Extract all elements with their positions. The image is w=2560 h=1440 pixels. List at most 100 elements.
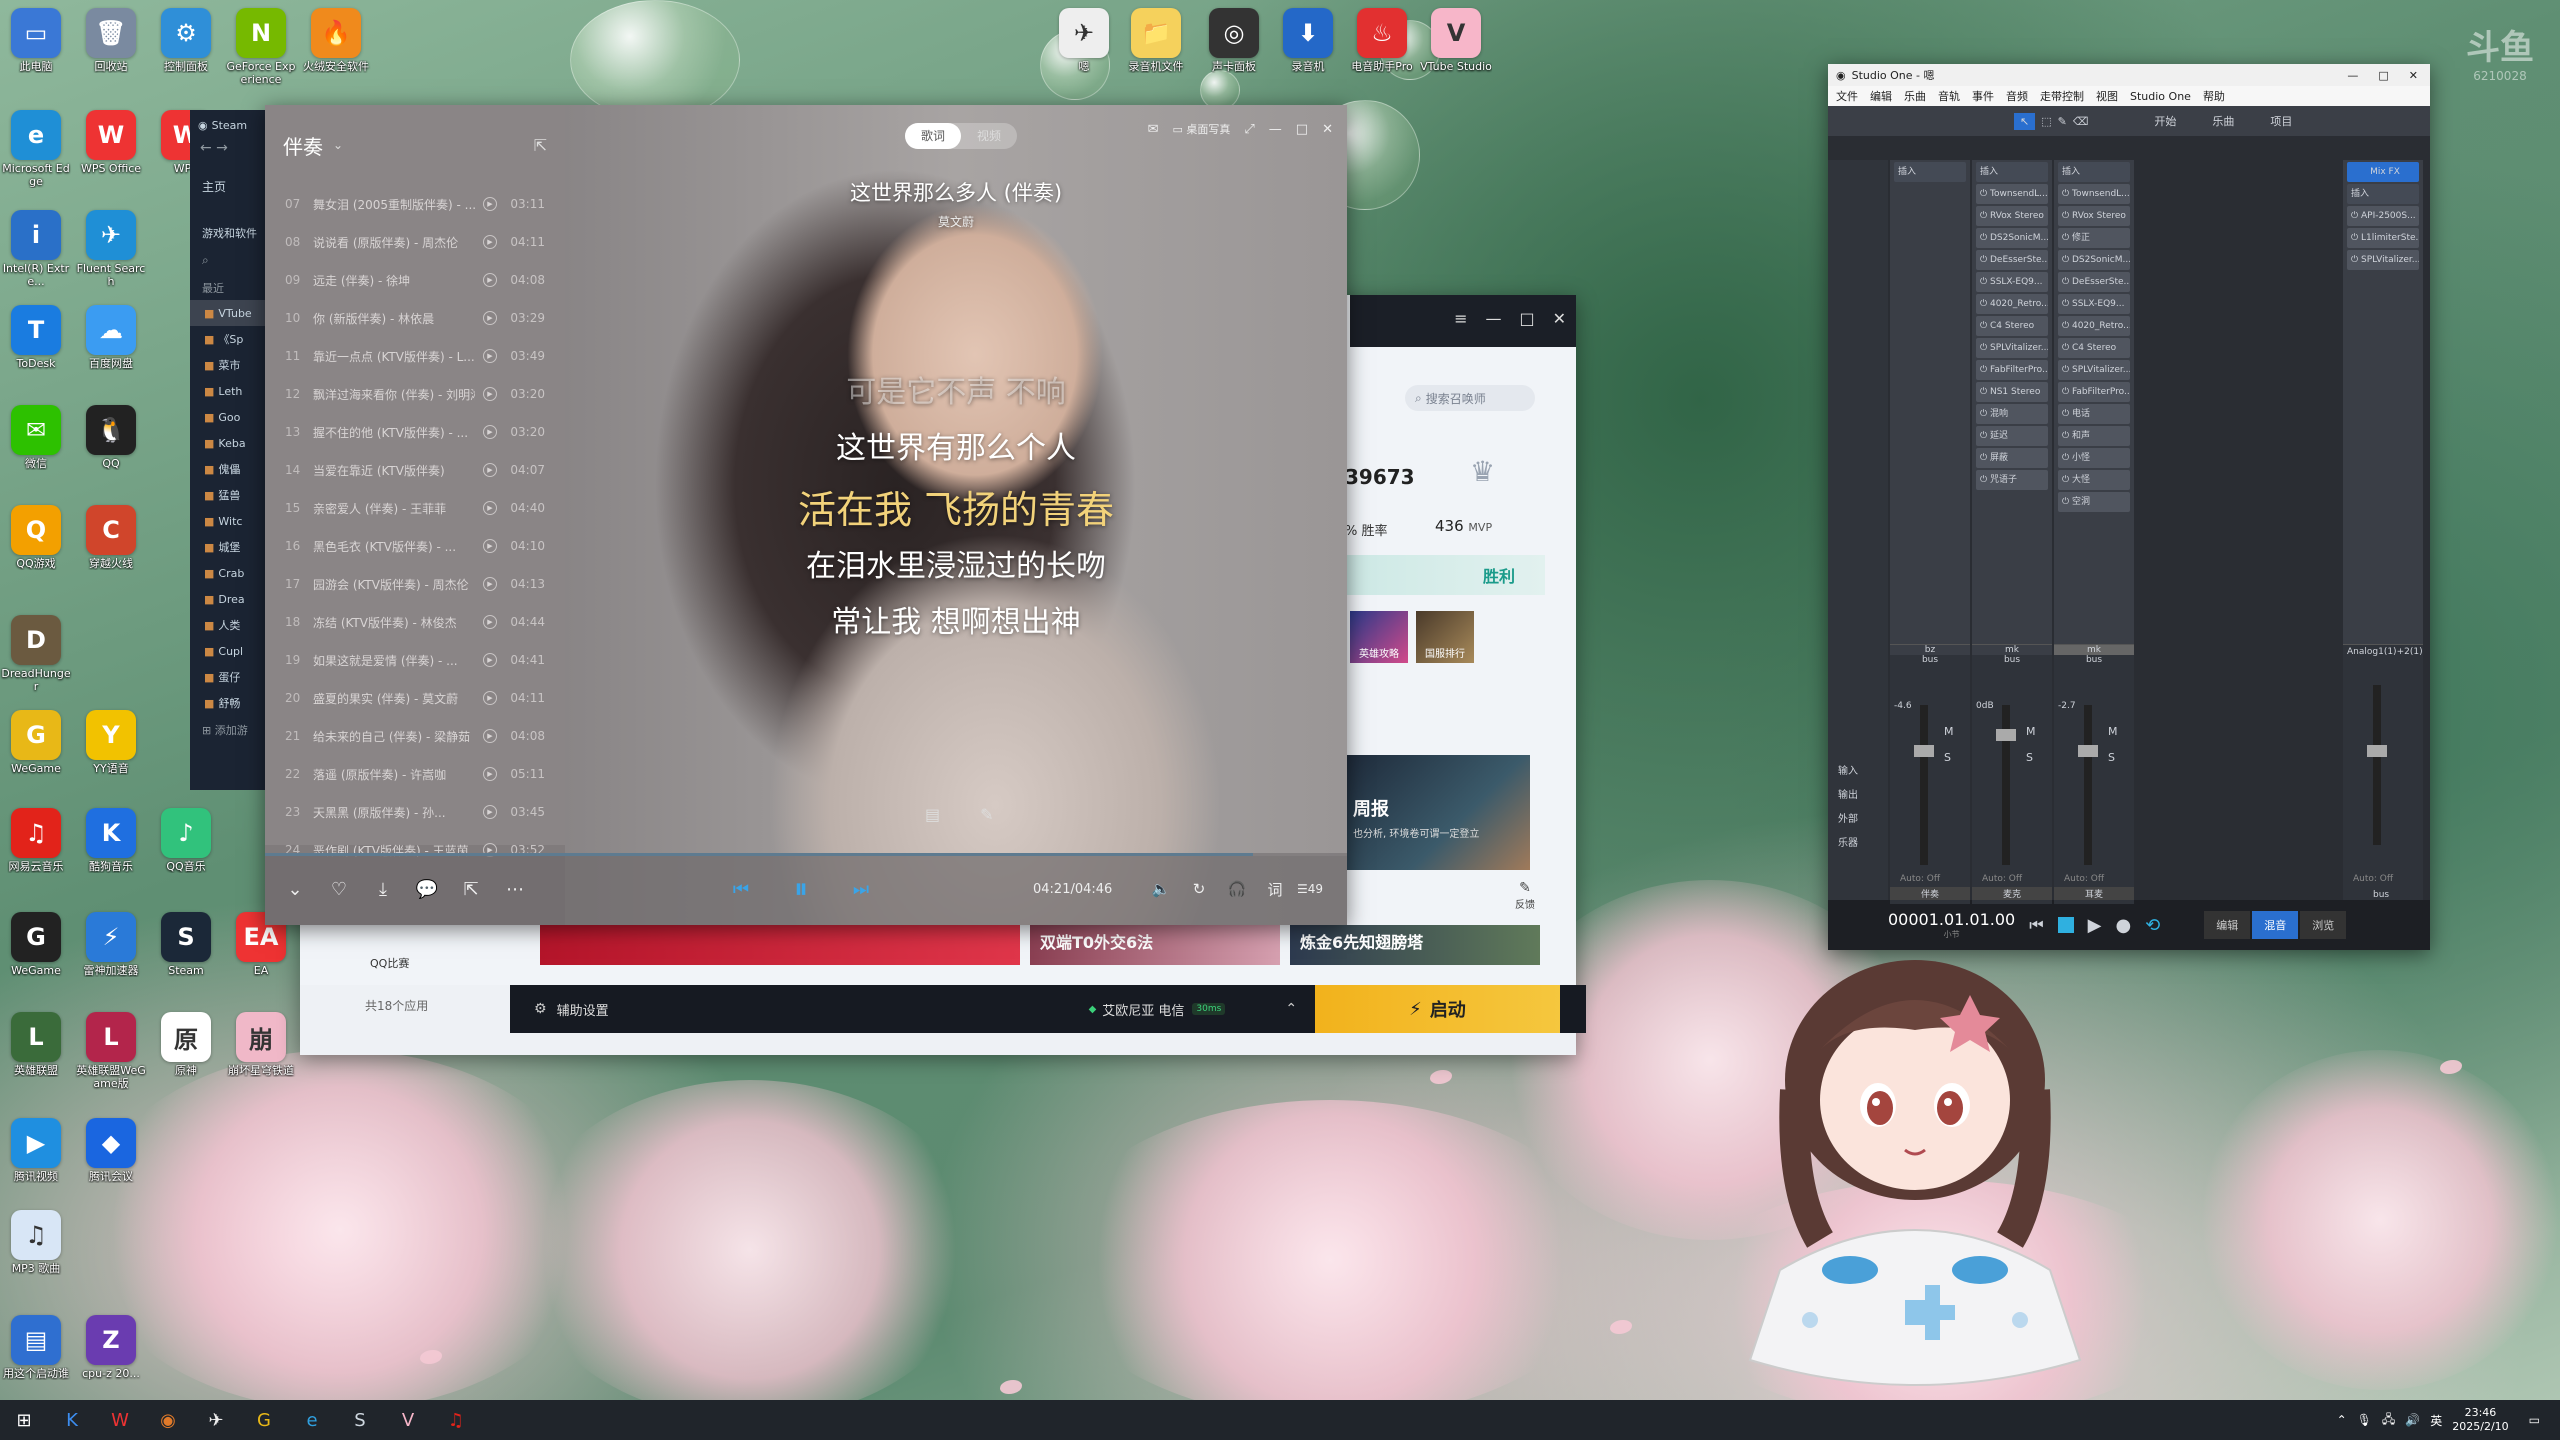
desktop-icon[interactable]: L 英雄联盟 [0,1012,72,1077]
mute-button[interactable]: M [2026,725,2036,738]
collapse-icon[interactable]: ⌄ [279,873,311,905]
loop-icon[interactable]: ⟲ [2145,915,2160,936]
menu-item[interactable]: 视图 [2096,88,2118,104]
automation-mode[interactable]: Auto: Off [1982,874,2022,884]
volume-icon[interactable]: 🔊 [2405,1413,2420,1427]
insert-slot[interactable]: ⏻ NS1 Stereo [1976,382,2048,402]
desktop-icon[interactable]: 崩崩坏星穹铁道 [225,1012,297,1077]
chevron-up-icon[interactable]: ⌃ [1285,1001,1297,1017]
song-row[interactable]: 07 舞女泪 (2005重制版伴奏) - ... ▶ 03:11 [265,185,565,223]
channel-strip[interactable]: mk bus -2.7 M S Auto: Off 耳麦 [2054,644,2134,904]
insert-slot[interactable]: ⏻ DeEsserSte... [2058,272,2130,292]
song-row[interactable]: 17 园游会 (KTV版伴奏) - 周杰伦 ▶ 04:13 [265,565,565,603]
maximize-icon[interactable]: □ [1519,309,1534,328]
play-circle-icon[interactable]: ▶ [483,463,497,477]
desktop-icon[interactable]: ◆ 腾讯会议 [75,1118,147,1183]
desktop-icon[interactable]: 🐧 QQ [75,405,147,470]
download-icon[interactable]: ⤓ [367,873,399,905]
minimize-icon[interactable]: — [1485,309,1501,328]
news-card[interactable]: 周报 也分析, 环境卷可谓一定登立 [1345,755,1530,870]
desktop-icon[interactable]: ✈ Fluent Search [75,210,147,288]
desktop-icon[interactable]: ⚡ 雷神加速器 [75,912,147,977]
song-row[interactable]: 20 盛夏的果实 (伴奏) - 莫文蔚 ▶ 04:11 [265,679,565,717]
side-label[interactable]: 输入 [1838,760,1858,784]
insert-slot[interactable]: ⏻ API-2500S... [2347,206,2419,226]
crossfire-taskbar-icon[interactable]: ◉ [144,1400,192,1440]
song-row[interactable]: 13 握不住的他 (KTV版伴奏) - ... ▶ 03:20 [265,413,565,451]
launch-button[interactable]: ⚡ 启动 [1315,985,1560,1033]
aux-settings-button[interactable]: 辅助设置 [557,1000,609,1019]
comment-icon[interactable]: 💬 [411,873,443,905]
view-tab[interactable]: 编辑 [2204,911,2251,939]
desktop-icon[interactable]: G WeGame [0,912,72,977]
menu-item[interactable]: 事件 [1972,88,1994,104]
desktop-icon[interactable]: Q QQ游戏 [0,505,72,570]
channel-strip[interactable]: mk bus 0dB M S Auto: Off 麦克 [1972,644,2052,904]
fader-knob[interactable] [1996,729,2016,741]
headphones-icon[interactable]: 🎧 [1221,873,1253,905]
eraser-tool-icon[interactable]: ⌫ [2073,115,2089,128]
song-row[interactable]: 23 天黑黑 (原版伴奏) - 孙... ▶ 03:45 [265,793,565,831]
studio-one-window[interactable]: ◉ Studio One - 嗯 — □ ✕ 文件 编辑 乐曲 音轨 事件 音频 走带控制视… [1828,64,2430,950]
side-label[interactable]: 输出 [1838,784,1858,808]
desktop-icon[interactable]: ◎ 声卡面板 [1198,8,1270,73]
steam-taskbar-icon[interactable]: S [336,1400,384,1440]
pause-icon[interactable]: ⏸ [785,872,817,905]
wps-taskbar-icon[interactable]: W [96,1400,144,1440]
play-circle-icon[interactable]: ▶ [483,805,497,819]
ime-indicator[interactable]: 英 [2430,1412,2442,1429]
chevron-down-icon[interactable]: ⌄ [333,138,343,152]
mic-icon[interactable]: 🎙 [2357,1413,2372,1427]
desktop-icon[interactable]: L 英雄联盟WeGame版 [75,1012,147,1090]
close-icon[interactable]: ✕ [1322,122,1333,137]
channel-bus[interactable]: bus [1972,655,2052,665]
automation-mode[interactable]: Auto: Off [2064,874,2104,884]
desktop-icon[interactable]: N GeForce Experience [225,8,297,86]
song-row[interactable]: 18 冻结 (KTV版伴奏) - 林俊杰 ▶ 04:44 [265,603,565,641]
solo-button[interactable]: S [2108,751,2115,764]
insert-slot[interactable]: ⏻ 延迟 [1976,426,2048,446]
desktop-icon[interactable]: V VTube Studio [1420,8,1492,73]
insert-slot[interactable]: ⏻ SPLVitalizer... [2058,360,2130,380]
tab-lyrics[interactable]: 歌词 [905,123,961,149]
last-match-result[interactable]: 胜利 [1345,555,1545,595]
play-circle-icon[interactable]: ▶ [483,577,497,591]
desktop-icon[interactable]: K 酷狗音乐 [75,808,147,873]
desktop-icon[interactable]: ♪ QQ音乐 [150,808,222,873]
play-circle-icon[interactable]: ▶ [483,235,497,249]
desktop-icon[interactable]: G WeGame [0,710,72,775]
fader-knob[interactable] [2078,745,2098,757]
song-row[interactable]: 21 给未来的自己 (伴奏) - 梁静茹 ▶ 04:08 [265,717,565,755]
start-button[interactable]: 开始 [2154,113,2176,129]
side-label[interactable]: 乐器 [1838,832,1858,856]
desktop-icon[interactable]: ⬇ 录音机 [1272,8,1344,73]
desktop-icon[interactable]: 原原神 [150,1012,222,1077]
chevron-up-icon[interactable]: ⌃ [2337,1413,2347,1427]
edge-taskbar-icon[interactable]: e [288,1400,336,1440]
view-tab[interactable]: 混音 [2252,911,2299,939]
mute-button[interactable]: M [2108,725,2118,738]
play-circle-icon[interactable]: ▶ [483,501,497,515]
banner-2[interactable]: 炼金6先知翅膀塔 [1290,925,1540,965]
menu-item[interactable]: 乐曲 [1904,88,1926,104]
desktop-icon[interactable]: ✈ 嗯 [1048,8,1120,73]
stop-icon[interactable] [2057,917,2074,933]
insert-slot[interactable]: ⏻ 和声 [2058,426,2130,446]
menu-item[interactable]: 音轨 [1938,88,1960,104]
side-label[interactable]: 外部 [1838,808,1858,832]
insert-slot[interactable]: ⏻ FabFilterPro... [1976,360,2048,380]
music-player-window[interactable]: 伴奏 ⌄ ⇱ 07 舞女泪 (2005重制版伴奏) - ... ▶ 03:11 08 说说… [265,105,1347,925]
playlist-button[interactable]: ☰49 [1297,882,1323,896]
project-button[interactable]: 项目 [2270,113,2292,129]
previous-icon[interactable]: ⏮ [725,873,757,905]
insert-slot[interactable]: ⏻ C4 Stereo [1976,316,2048,336]
lyrics-icon[interactable]: 词 [1259,873,1291,905]
insert-slot[interactable]: ⏻ FabFilterPro... [2058,382,2130,402]
server-select[interactable]: 艾欧尼亚 电信 [1102,1000,1184,1019]
kugou-taskbar-icon[interactable]: K [48,1400,96,1440]
close-icon[interactable]: ✕ [2409,69,2418,82]
desktop-icon[interactable]: i Intel(R) Extre... [0,210,72,288]
desktop-icon[interactable]: ☁ 百度网盘 [75,305,147,370]
fader-knob[interactable] [1914,745,1934,757]
play-circle-icon[interactable]: ▶ [483,653,497,667]
